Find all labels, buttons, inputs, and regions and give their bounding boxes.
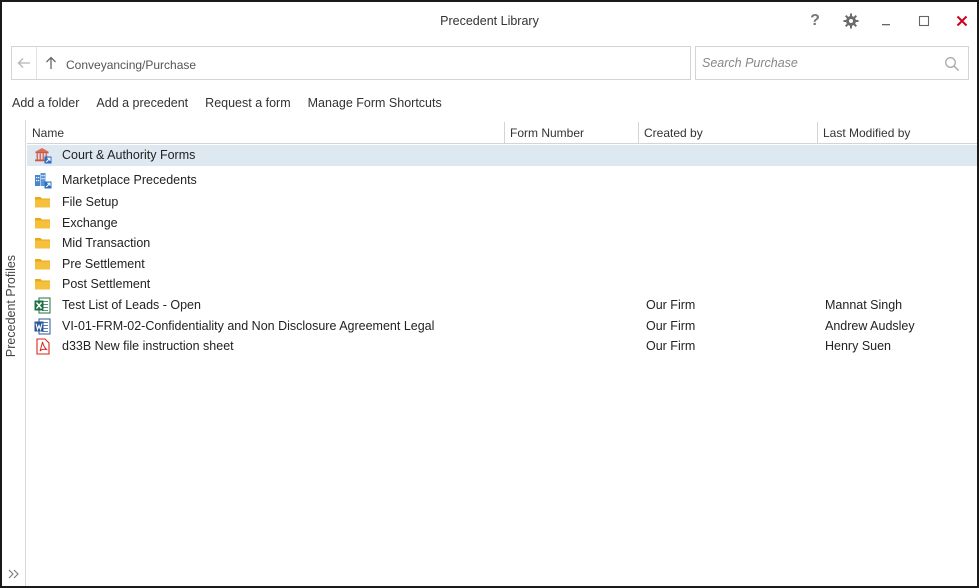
folder-icon (35, 238, 50, 249)
list-item[interactable]: Court & Authority Forms (27, 145, 977, 166)
list-item[interactable]: d33B New file instruction sheet Our Firm… (27, 336, 977, 357)
maximize-button[interactable] (910, 8, 938, 34)
column-header-created-by[interactable]: Created by (639, 122, 818, 144)
up-arrow-icon (46, 56, 56, 69)
title-bar: Precedent Library ? (2, 2, 977, 40)
help-icon: ? (810, 12, 820, 29)
item-last-modified-by: Mannat Singh (825, 298, 903, 312)
column-header-last-modified-by[interactable]: Last Modified by (818, 122, 977, 144)
maximize-icon (918, 15, 930, 27)
settings-button[interactable] (837, 8, 865, 34)
excel-file-icon (34, 297, 51, 314)
item-created-by: Our Firm (646, 298, 696, 312)
column-header-form-number[interactable]: Form Number (505, 122, 639, 144)
up-folder-button[interactable] (41, 47, 61, 79)
current-path[interactable]: Conveyancing/Purchase (66, 58, 196, 72)
window-title: Precedent Library (440, 14, 539, 28)
path-bar: Conveyancing/Purchase (11, 46, 691, 80)
word-file-icon (34, 318, 51, 335)
list-item[interactable]: Pre Settlement (27, 254, 977, 275)
back-arrow-icon (17, 58, 30, 68)
list-header: Name Form Number Created by Last Modifie… (27, 122, 977, 144)
manage-form-shortcuts-button[interactable]: Manage Form Shortcuts (308, 96, 442, 114)
folder-icon (35, 218, 50, 229)
list-item[interactable]: Exchange (27, 213, 977, 234)
minimize-icon (882, 24, 890, 26)
precedent-profiles-label[interactable]: Precedent Profiles (4, 238, 24, 374)
minimize-button[interactable] (872, 8, 900, 34)
item-name: d33B New file instruction sheet (62, 339, 234, 353)
court-building-shortcut-icon (35, 148, 52, 164)
list-item[interactable]: File Setup (27, 192, 977, 213)
folder-icon (35, 197, 50, 208)
column-header-name[interactable]: Name (27, 122, 505, 144)
expand-chevrons-icon[interactable] (7, 567, 21, 581)
precedent-list: Name Form Number Created by Last Modifie… (27, 120, 977, 586)
folder-icon (35, 279, 50, 290)
help-button[interactable]: ? (801, 8, 829, 34)
action-toolbar: Add a folder Add a precedent Request a f… (12, 96, 459, 114)
search-icon[interactable] (944, 56, 960, 72)
item-name: Marketplace Precedents (62, 173, 197, 187)
close-icon (956, 15, 968, 27)
item-created-by: Our Firm (646, 319, 696, 333)
item-name: Exchange (62, 216, 118, 230)
item-name: Post Settlement (62, 277, 151, 291)
precedent-library-window: Precedent Library ? Conveyancing/Purchas… (0, 0, 979, 588)
item-created-by: Our Firm (646, 339, 696, 353)
folder-icon (35, 259, 50, 270)
request-form-button[interactable]: Request a form (205, 96, 290, 114)
list-item[interactable]: Test List of Leads - Open Our Firm Manna… (27, 295, 977, 316)
add-folder-button[interactable]: Add a folder (12, 96, 79, 114)
list-item[interactable]: Post Settlement (27, 274, 977, 295)
item-name: VI-01-FRM-02-Confidentiality and Non Dis… (62, 319, 435, 333)
marketplace-building-shortcut-icon (35, 173, 52, 189)
item-last-modified-by: Andrew Audsley (825, 319, 915, 333)
back-button[interactable] (12, 47, 37, 79)
precedent-profiles-panel[interactable]: Precedent Profiles (2, 120, 26, 586)
item-name: File Setup (62, 195, 119, 209)
item-name: Mid Transaction (62, 236, 151, 250)
gear-icon (843, 13, 859, 29)
search-input[interactable] (702, 52, 932, 74)
add-precedent-button[interactable]: Add a precedent (96, 96, 188, 114)
item-name: Court & Authority Forms (62, 148, 196, 162)
list-item[interactable]: Mid Transaction (27, 233, 977, 254)
item-name: Test List of Leads - Open (62, 298, 201, 312)
item-name: Pre Settlement (62, 257, 145, 271)
pdf-file-icon (36, 338, 50, 355)
search-box (695, 46, 969, 80)
close-button[interactable] (948, 8, 976, 34)
item-last-modified-by: Henry Suen (825, 339, 892, 353)
list-item[interactable]: VI-01-FRM-02-Confidentiality and Non Dis… (27, 316, 977, 337)
list-item[interactable]: Marketplace Precedents (27, 170, 977, 191)
